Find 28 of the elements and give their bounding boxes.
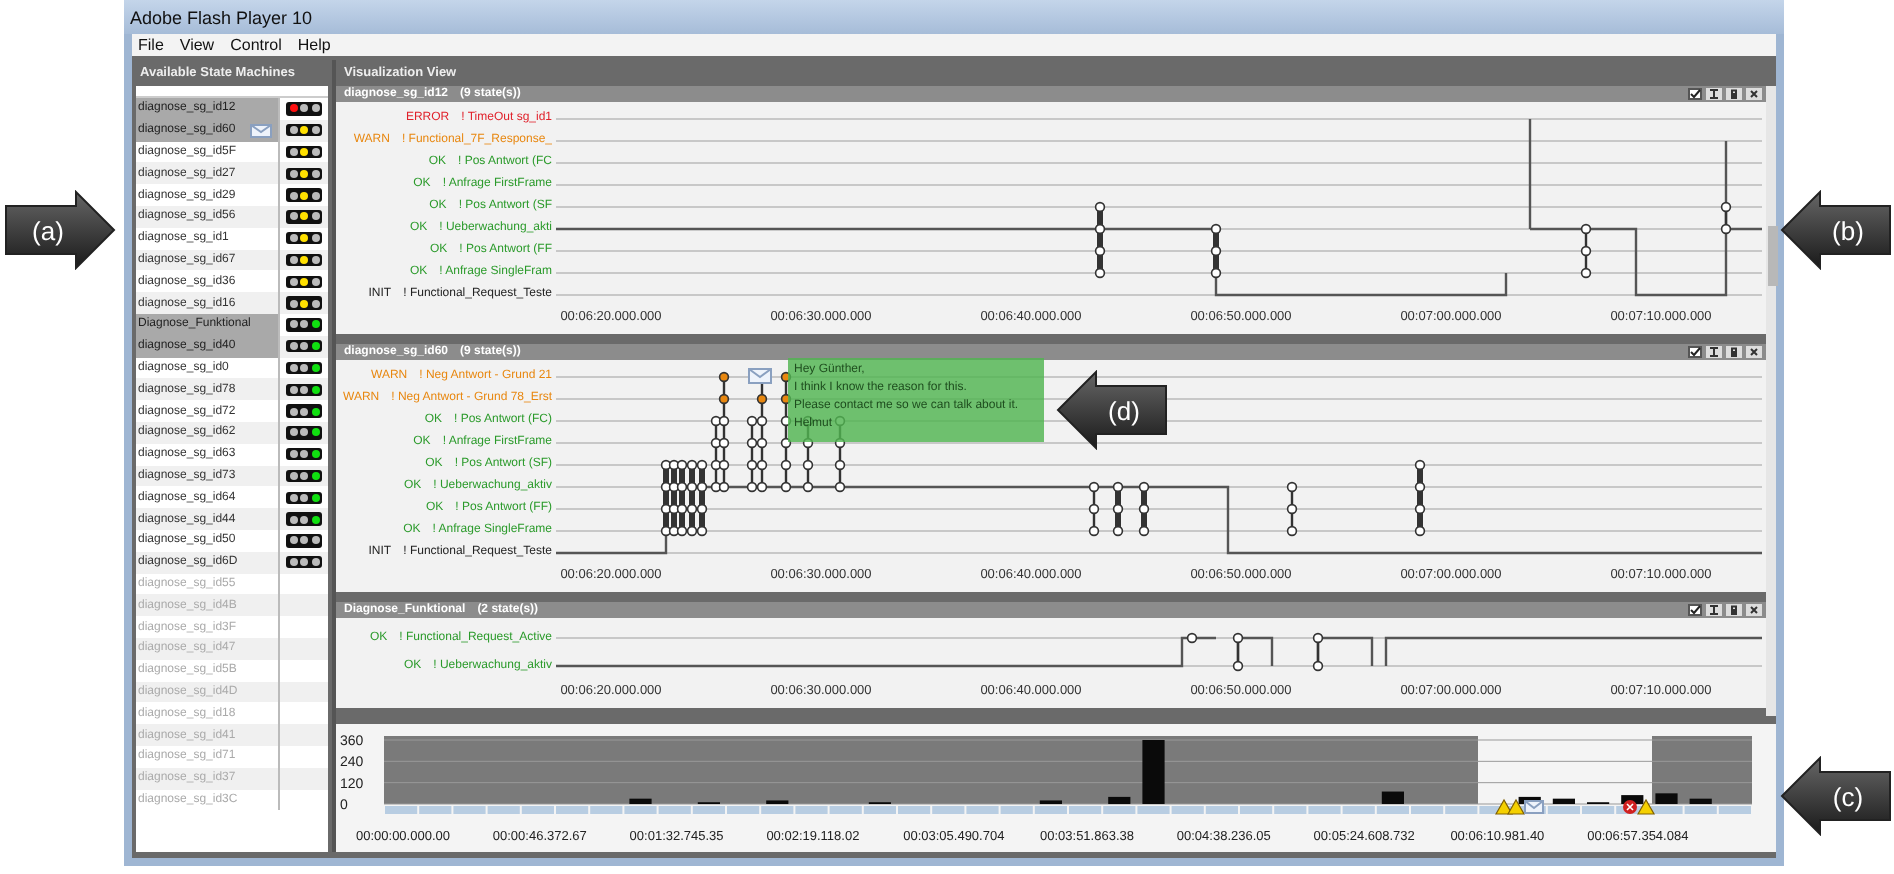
text-cursor-icon[interactable] xyxy=(1706,603,1722,616)
text-cursor-icon[interactable] xyxy=(1706,87,1722,100)
menu-item[interactable]: Help xyxy=(297,36,331,54)
menu-item[interactable]: View xyxy=(179,36,215,54)
checkbox-icon[interactable] xyxy=(1688,87,1702,100)
lock-icon[interactable] xyxy=(1726,87,1742,100)
scrollbar[interactable] xyxy=(1766,85,1776,716)
shaded-region xyxy=(1652,736,1752,804)
callout-label: (d) xyxy=(1056,370,1168,450)
callout-label: (c) xyxy=(1780,756,1892,836)
window-title: Adobe Flash Player 10 xyxy=(130,7,313,27)
callout-label: (b) xyxy=(1780,190,1892,270)
envelope-icon xyxy=(1524,800,1544,814)
scroll-thumb[interactable] xyxy=(1768,225,1778,286)
close-icon[interactable] xyxy=(1746,603,1762,616)
error-icon xyxy=(1623,800,1637,814)
menu-item[interactable]: File xyxy=(138,36,164,54)
checkbox-icon[interactable] xyxy=(1688,345,1702,358)
warning-icon xyxy=(1636,798,1656,815)
callout-label: (a) xyxy=(4,190,116,270)
close-icon[interactable] xyxy=(1746,87,1762,100)
lock-icon[interactable] xyxy=(1726,603,1742,616)
menu-item[interactable]: Control xyxy=(230,36,282,54)
text-cursor-icon[interactable] xyxy=(1706,345,1722,358)
close-icon[interactable] xyxy=(1746,345,1762,358)
checkbox-icon[interactable] xyxy=(1688,603,1702,616)
warning-icon xyxy=(1494,798,1526,815)
lock-icon[interactable] xyxy=(1726,345,1742,358)
